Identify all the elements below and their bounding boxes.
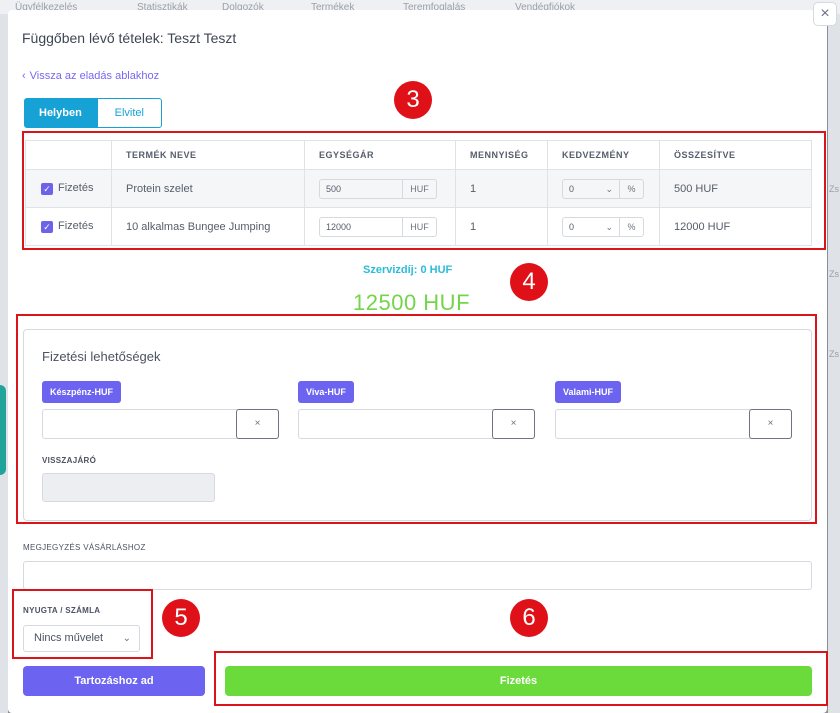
toggle-elvitel[interactable]: Elvitel bbox=[96, 98, 162, 128]
modal-title: Függőben lévő tételek: Teszt Teszt bbox=[22, 30, 237, 46]
toggle-helyben[interactable]: Helyben bbox=[24, 98, 97, 128]
annotation-badge-5: 5 bbox=[162, 599, 200, 637]
note-input[interactable] bbox=[23, 561, 812, 590]
annotation-badge-4: 4 bbox=[510, 263, 548, 301]
back-link[interactable]: ‹ Vissza az eladás ablakhoz bbox=[22, 70, 159, 82]
dine-mode-toggle: Helyben Elvitel bbox=[24, 98, 162, 128]
note-label: MEGJEGYZÉS VÁSÁRLÁSHOZ bbox=[23, 543, 146, 552]
highlight-box-5 bbox=[12, 589, 153, 659]
background-right: Zs Zs Zs bbox=[828, 14, 840, 713]
annotation-badge-3: 3 bbox=[394, 81, 432, 119]
bg-side-letter: Zs bbox=[829, 349, 839, 359]
bg-side-letter: Zs bbox=[829, 269, 839, 279]
back-link-label: Vissza az eladás ablakhoz bbox=[29, 70, 160, 82]
grand-total: 12500 HUF bbox=[353, 290, 471, 315]
add-to-debt-button[interactable]: Tartozáshoz ad bbox=[23, 666, 205, 696]
highlight-box-3 bbox=[22, 131, 826, 250]
close-icon[interactable]: × bbox=[813, 2, 837, 26]
bg-side-letter: Zs bbox=[829, 184, 839, 194]
chevron-left-icon: ‹ bbox=[22, 70, 26, 82]
annotation-badge-6: 6 bbox=[510, 599, 548, 637]
highlight-box-6 bbox=[214, 651, 828, 706]
background-teal-shape bbox=[0, 385, 6, 475]
service-fee: Szervizdíj: 0 HUF bbox=[363, 264, 453, 276]
highlight-box-4 bbox=[16, 314, 817, 524]
background-left bbox=[0, 14, 8, 713]
